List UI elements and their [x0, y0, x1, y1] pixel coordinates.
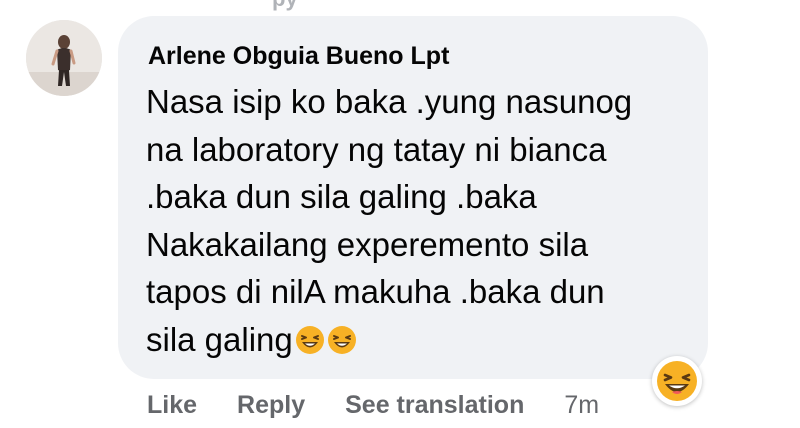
comment-thread: py Arlene Obguia Bueno Lpt Nasa isip ko … [0, 0, 800, 428]
comment-actions: Like Reply See translation 7m [147, 388, 599, 422]
like-button[interactable]: Like [147, 391, 197, 420]
haha-reaction-icon [657, 361, 697, 401]
comment-body: Nasa isip ko baka .yung nasunog na labor… [146, 78, 686, 363]
comment-author-name[interactable]: Arlene Obguia Bueno Lpt [148, 42, 449, 71]
reply-button[interactable]: Reply [237, 391, 305, 420]
profile-photo-icon [26, 20, 102, 96]
previous-reply-link-fragment[interactable]: py [272, 0, 298, 12]
comment-text: Nasa isip ko baka .yung nasunog na labor… [146, 83, 633, 358]
timestamp[interactable]: 7m [564, 391, 599, 420]
avatar[interactable] [26, 20, 102, 96]
see-translation-button[interactable]: See translation [345, 391, 524, 420]
laughing-emoji-icon [295, 325, 324, 354]
laughing-emoji-icon [327, 325, 356, 354]
reaction-summary[interactable] [652, 356, 702, 406]
comment-bubble: Arlene Obguia Bueno Lpt Nasa isip ko bak… [118, 16, 708, 379]
